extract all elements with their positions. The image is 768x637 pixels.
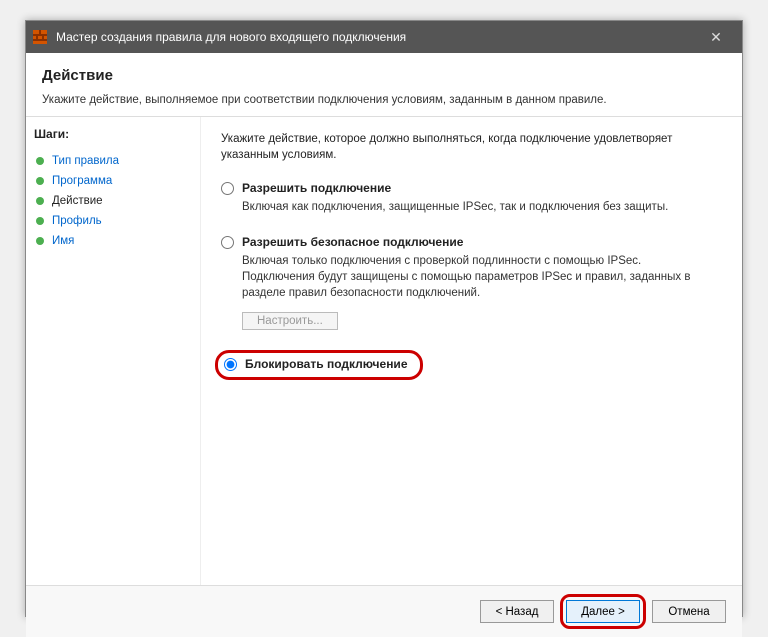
bullet-icon <box>36 157 44 165</box>
option-block: Блокировать подключение <box>221 350 712 380</box>
content-area: Укажите действие, которое должно выполня… <box>201 117 742 585</box>
header-area: Действие Укажите действие, выполняемое п… <box>26 53 742 117</box>
firewall-icon <box>32 29 48 45</box>
radio-block[interactable] <box>224 358 237 371</box>
option-allow: Разрешить подключение Включая как подклю… <box>221 181 712 215</box>
steps-heading: Шаги: <box>34 127 192 141</box>
radio-allow[interactable] <box>221 182 234 195</box>
bullet-icon <box>36 177 44 185</box>
back-button[interactable]: < Назад <box>480 600 554 623</box>
body-area: Шаги: Тип правила Программа Действие Про… <box>26 117 742 585</box>
configure-button: Настроить... <box>242 312 338 330</box>
step-label: Программа <box>52 175 112 187</box>
cancel-button[interactable]: Отмена <box>652 600 726 623</box>
titlebar-title: Мастер создания правила для нового входя… <box>56 30 696 44</box>
wizard-dialog: Мастер создания правила для нового входя… <box>25 20 743 617</box>
radio-allow-desc: Включая как подключения, защищенные IPSe… <box>242 199 712 215</box>
radio-block-label: Блокировать подключение <box>245 357 408 371</box>
intro-text: Укажите действие, которое должно выполня… <box>221 131 712 163</box>
step-program[interactable]: Программа <box>34 171 192 191</box>
steps-sidebar: Шаги: Тип правила Программа Действие Про… <box>26 117 201 585</box>
bullet-icon <box>36 237 44 245</box>
highlight-block: Блокировать подключение <box>215 350 423 380</box>
next-button[interactable]: Далее > <box>566 600 640 623</box>
step-label: Тип правила <box>52 155 119 167</box>
radio-allow-label: Разрешить подключение <box>242 181 391 195</box>
highlight-next: Далее > <box>560 594 646 629</box>
step-rule-type[interactable]: Тип правила <box>34 151 192 171</box>
step-label: Профиль <box>52 215 102 227</box>
bullet-icon <box>36 217 44 225</box>
step-label: Имя <box>52 235 74 247</box>
option-allow-secure: Разрешить безопасное подключение Включая… <box>221 235 712 329</box>
close-button[interactable]: ✕ <box>696 23 736 51</box>
radio-allow-secure[interactable] <box>221 236 234 249</box>
footer-area: < Назад Далее > Отмена <box>26 585 742 637</box>
step-name[interactable]: Имя <box>34 231 192 251</box>
titlebar: Мастер создания правила для нового входя… <box>26 21 742 53</box>
step-profile[interactable]: Профиль <box>34 211 192 231</box>
step-action[interactable]: Действие <box>34 191 192 211</box>
radio-allow-secure-desc: Включая только подключения с проверкой п… <box>242 253 712 301</box>
bullet-icon <box>36 197 44 205</box>
step-label: Действие <box>52 195 103 207</box>
page-title: Действие <box>42 67 726 84</box>
page-subtitle: Укажите действие, выполняемое при соотве… <box>42 94 726 106</box>
radio-allow-secure-label: Разрешить безопасное подключение <box>242 235 463 249</box>
